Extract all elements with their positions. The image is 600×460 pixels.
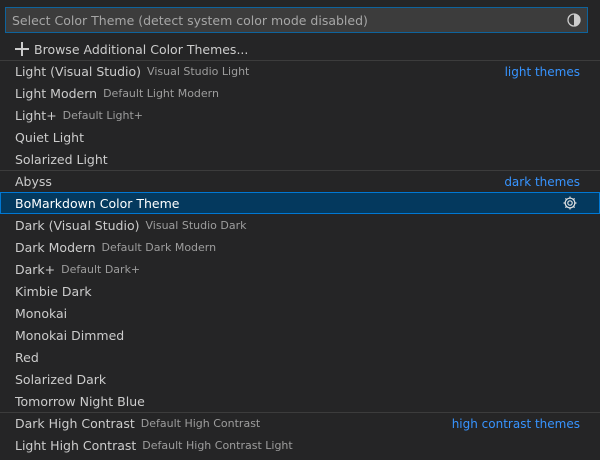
- theme-item[interactable]: Dark Modern Default Dark Modern: [0, 236, 600, 258]
- theme-description: Default Dark+: [61, 262, 141, 276]
- theme-name: Light (Visual Studio): [15, 64, 142, 79]
- theme-description: Default High Contrast: [140, 417, 261, 430]
- theme-name: Solarized Dark: [15, 371, 107, 387]
- theme-description: Default Dark Modern: [101, 240, 217, 254]
- theme-description: Visual Studio Dark: [145, 218, 247, 232]
- theme-description: Default High Contrast Light: [142, 438, 293, 452]
- theme-item[interactable]: Tomorrow Night Blue: [0, 390, 600, 412]
- theme-description: Default Light Modern: [103, 86, 219, 100]
- theme-name: Dark High Contrast: [15, 416, 135, 431]
- theme-item[interactable]: Quiet Light: [0, 126, 600, 148]
- theme-name: Light High Contrast: [15, 437, 137, 453]
- theme-name: Quiet Light: [15, 129, 84, 145]
- theme-item[interactable]: Kimbie Dark: [0, 280, 600, 302]
- theme-name: BoMarkdown Color Theme: [15, 195, 180, 211]
- theme-item[interactable]: Dark (Visual Studio) Visual Studio Dark: [0, 214, 600, 236]
- theme-item[interactable]: Monokai: [0, 302, 600, 324]
- theme-list: Browse Additional Color Themes... Light …: [0, 38, 600, 456]
- theme-name: Red: [15, 349, 39, 365]
- theme-item[interactable]: Solarized Light: [0, 148, 600, 170]
- browse-themes-label: Browse Additional Color Themes...: [34, 41, 249, 57]
- theme-name: Light+: [15, 107, 57, 123]
- theme-item[interactable]: Dark+ Default Dark+: [0, 258, 600, 280]
- theme-name: Solarized Light: [15, 151, 108, 167]
- theme-item-selected[interactable]: BoMarkdown Color Theme: [0, 192, 600, 214]
- theme-item[interactable]: Monokai Dimmed: [0, 324, 600, 346]
- theme-name: Monokai Dimmed: [15, 327, 125, 343]
- theme-name: Dark Modern: [15, 239, 96, 255]
- theme-description: Visual Studio Light: [147, 65, 250, 78]
- theme-item[interactable]: Light (Visual Studio) Visual Studio Ligh…: [0, 60, 600, 82]
- theme-item[interactable]: Dark High Contrast Default High Contrast…: [0, 412, 600, 434]
- gear-icon[interactable]: [562, 195, 578, 211]
- theme-item[interactable]: Abyss dark themes: [0, 170, 600, 192]
- contrast-icon[interactable]: [566, 12, 582, 28]
- search-input[interactable]: [6, 8, 566, 32]
- plus-icon: [15, 42, 29, 56]
- theme-name: Kimbie Dark: [15, 283, 92, 299]
- theme-name: Light Modern: [15, 85, 98, 101]
- group-label-light: light themes: [504, 64, 580, 79]
- theme-item[interactable]: Solarized Dark: [0, 368, 600, 390]
- theme-item[interactable]: Light Modern Default Light Modern: [0, 82, 600, 104]
- group-label-high-contrast: high contrast themes: [451, 416, 580, 431]
- browse-themes-item[interactable]: Browse Additional Color Themes...: [0, 38, 600, 60]
- theme-name: Dark (Visual Studio): [15, 217, 140, 233]
- theme-name: Dark+: [15, 261, 56, 277]
- color-theme-picker: Browse Additional Color Themes... Light …: [0, 0, 600, 460]
- theme-name: Abyss: [15, 174, 52, 189]
- theme-item[interactable]: Light+ Default Light+: [0, 104, 600, 126]
- theme-item[interactable]: Light High Contrast Default High Contras…: [0, 434, 600, 456]
- group-label-dark: dark themes: [504, 174, 580, 189]
- theme-item[interactable]: Red: [0, 346, 600, 368]
- theme-description: Default Light+: [62, 108, 144, 122]
- search-box: [5, 7, 588, 33]
- theme-name: Tomorrow Night Blue: [15, 393, 145, 409]
- theme-name: Monokai: [15, 305, 68, 321]
